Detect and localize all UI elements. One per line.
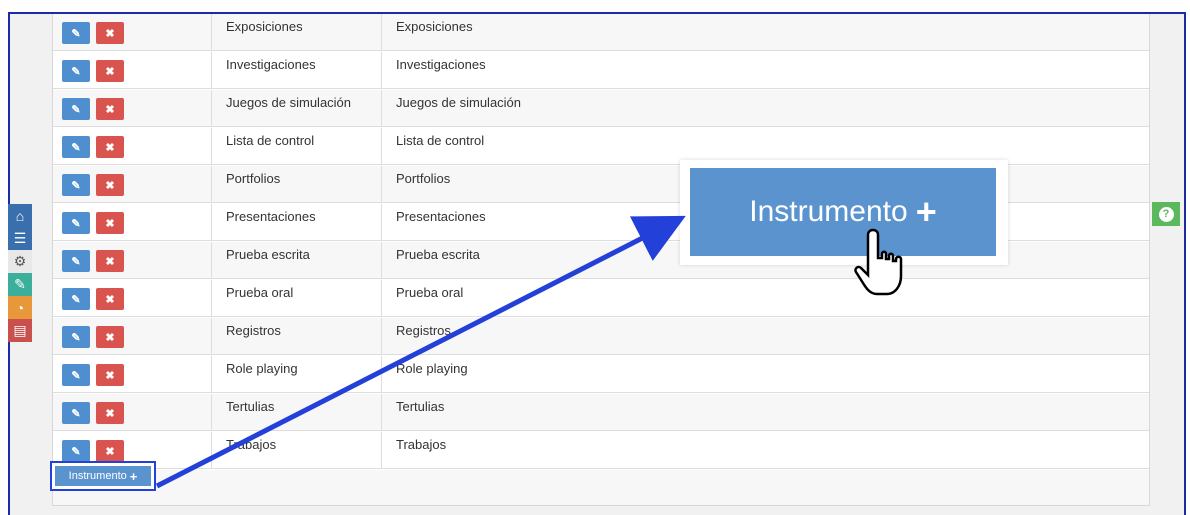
annotation-arrow <box>155 215 903 489</box>
hand-pointer-icon <box>854 228 903 296</box>
arrow-line <box>155 215 686 489</box>
